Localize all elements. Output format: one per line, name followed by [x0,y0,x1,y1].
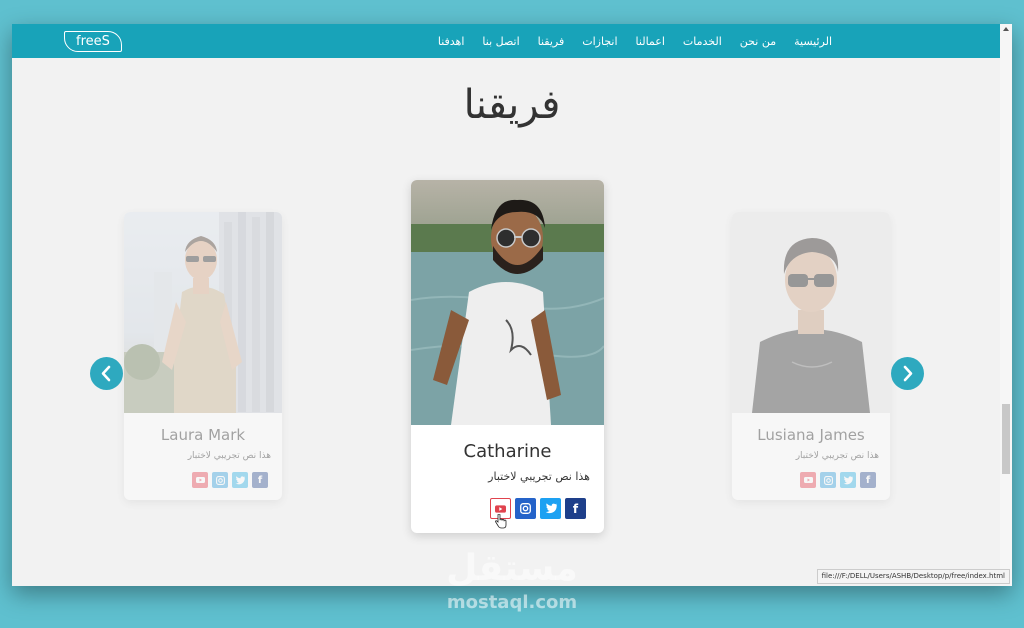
nav-menu: الرئيسية من نحن الخدمات اعمالنا انجازات … [438,24,832,58]
facebook-icon[interactable]: f [860,472,876,488]
photo-illustration [411,199,604,425]
chevron-right-icon [903,365,913,382]
team-desc-lusiana: هذا نص تجريبي لاختبار [795,451,879,461]
twitter-icon[interactable] [840,472,856,488]
nav-link-works[interactable]: اعمالنا [636,35,665,48]
team-socials-lusiana: f [800,472,876,488]
browser-window: freeS الرئيسية من نحن الخدمات اعمالنا ان… [12,24,1012,586]
nav-link-contact[interactable]: اتصل بنا [482,35,519,48]
team-photo-catharine [411,180,604,425]
instagram-icon[interactable] [820,472,836,488]
team-photo-lusiana [732,212,890,413]
team-name-lusiana: Lusiana James [757,426,865,444]
team-socials-laura: f [192,472,268,488]
chevron-left-icon [101,365,111,382]
nav-link-achievements[interactable]: انجازات [582,35,617,48]
facebook-icon[interactable]: f [565,498,586,519]
team-photo-laura [124,212,282,413]
team-card-catharine: Catharine هذا نص تجريبي لاختبار f [411,180,604,533]
youtube-icon[interactable] [800,472,816,488]
team-name-catharine: Catharine [463,441,552,462]
nav-link-goals[interactable]: اهدفنا [438,35,465,48]
team-desc-laura: هذا نص تجريبي لاختبار [187,451,271,461]
twitter-icon[interactable] [540,498,561,519]
scroll-up-icon[interactable] [1003,27,1009,31]
team-name-laura: Laura Mark [160,426,246,444]
watermark-arabic: مستقل [446,548,578,589]
hand-cursor-icon [495,514,507,529]
youtube-icon[interactable] [192,472,208,488]
nav-link-services[interactable]: الخدمات [683,35,722,48]
scroll-thumb[interactable] [1002,404,1010,474]
photo-illustration [124,212,282,413]
instagram-icon[interactable] [515,498,536,519]
navbar: freeS الرئيسية من نحن الخدمات اعمالنا ان… [12,24,1000,58]
team-desc-catharine: هذا نص تجريبي لاختبار [488,470,590,483]
instagram-icon[interactable] [212,472,228,488]
logo[interactable]: freeS [64,31,122,52]
nav-link-about[interactable]: من نحن [740,35,776,48]
section-title: فريقنا [463,82,561,128]
nav-link-home[interactable]: الرئيسية [794,35,832,48]
nav-link-team[interactable]: فريقنا [538,35,565,48]
facebook-icon[interactable]: f [252,472,268,488]
carousel-prev-button[interactable] [90,357,123,390]
twitter-icon[interactable] [232,472,248,488]
watermark-latin: mostaql.com [446,592,578,613]
team-card-lusiana: Lusiana James هذا نص تجريبي لاختبار f [732,212,890,500]
carousel-next-button[interactable] [891,357,924,390]
photo-illustration [752,238,870,413]
team-card-laura: Laura Mark هذا نص تجريبي لاختبار f [124,212,282,500]
